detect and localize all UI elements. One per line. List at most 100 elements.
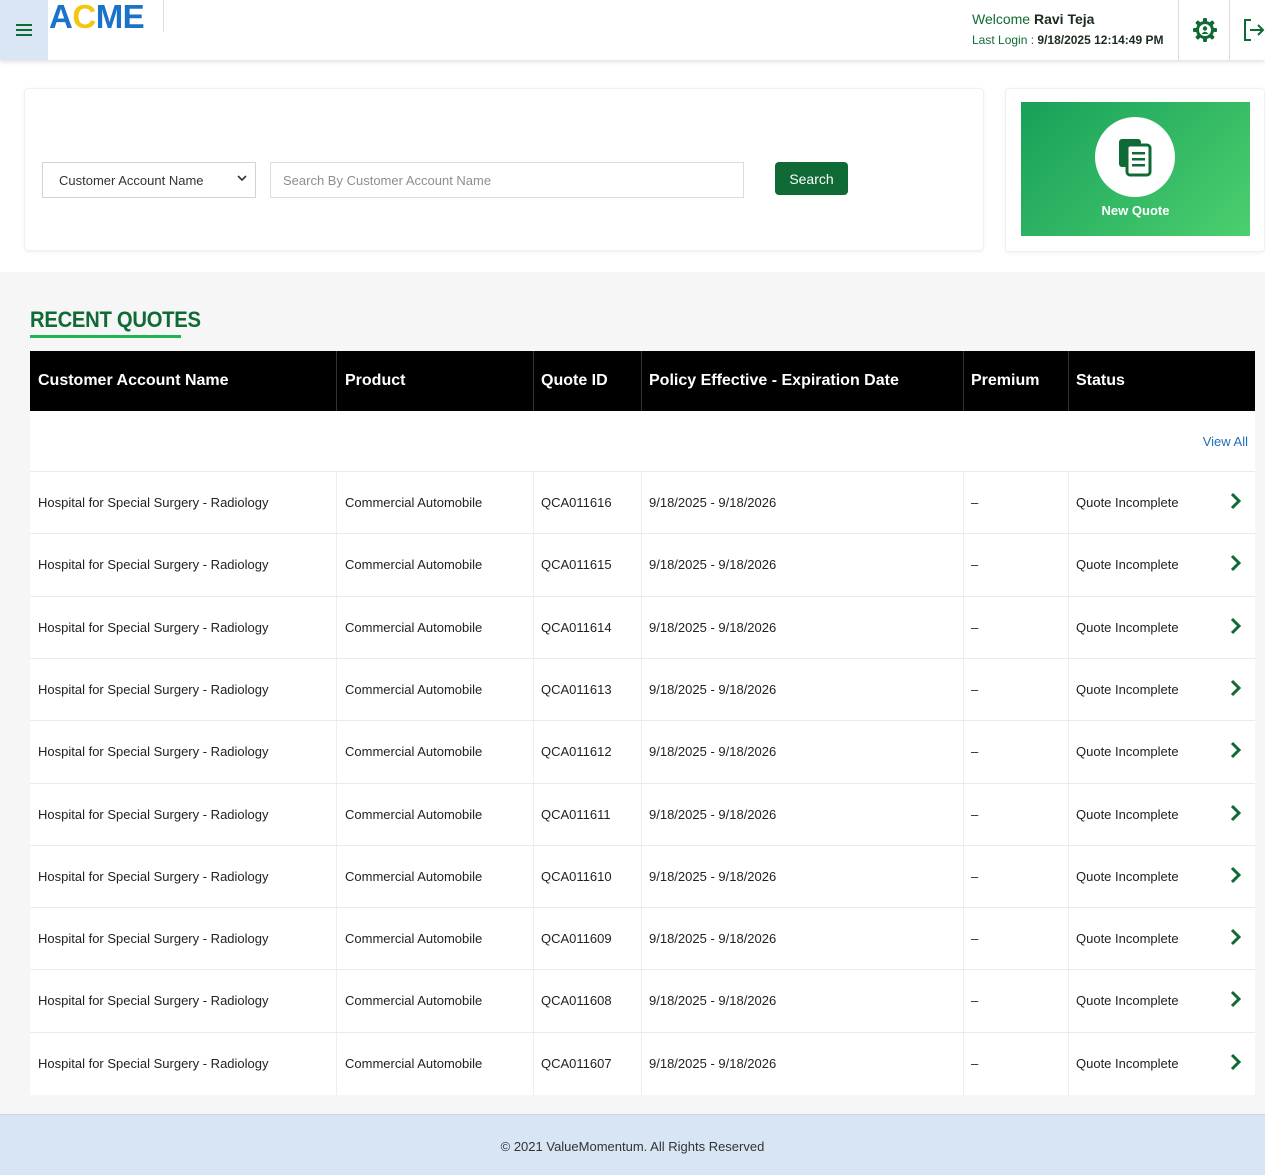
- cell-account: Hospital for Special Surgery - Radiology: [38, 807, 269, 822]
- cell-premium: –: [971, 744, 979, 759]
- cell-product: Commercial Automobile: [345, 682, 483, 697]
- cell-status: Quote Incomplete: [1076, 869, 1179, 884]
- cell-status: Quote Incomplete: [1076, 495, 1179, 510]
- cell-quote-id: QCA011615: [541, 557, 612, 572]
- table-header: Customer Account Name Product Quote ID P…: [30, 351, 1255, 411]
- new-quote-icon-circle: [1095, 117, 1175, 197]
- column-header-dates[interactable]: Policy Effective - Expiration Date: [641, 351, 899, 411]
- chevron-right-icon[interactable]: [1229, 740, 1243, 760]
- cell-product: Commercial Automobile: [345, 993, 483, 1008]
- cell-dates: 9/18/2025 - 9/18/2026: [649, 682, 777, 697]
- chevron-right-icon[interactable]: [1229, 491, 1243, 511]
- cell-premium: –: [971, 993, 979, 1008]
- column-header-status[interactable]: Status: [1068, 351, 1125, 411]
- header-separator: [1178, 0, 1179, 60]
- cell-dates: 9/18/2025 - 9/18/2026: [649, 807, 777, 822]
- cell-product: Commercial Automobile: [345, 557, 483, 572]
- cell-premium: –: [971, 931, 979, 946]
- view-all-link[interactable]: View All: [1203, 434, 1248, 449]
- column-header-account[interactable]: Customer Account Name: [30, 351, 229, 411]
- cell-status: Quote Incomplete: [1076, 993, 1179, 1008]
- cell-dates: 9/18/2025 - 9/18/2026: [649, 993, 777, 1008]
- chevron-right-icon[interactable]: [1229, 989, 1243, 1009]
- cell-quote-id: QCA011607: [541, 1056, 612, 1071]
- chevron-down-icon: [237, 175, 247, 182]
- cell-account: Hospital for Special Surgery - Radiology: [38, 557, 269, 572]
- table-row[interactable]: Hospital for Special Surgery - Radiology…: [30, 783, 1255, 846]
- acme-logo[interactable]: ACME: [49, 0, 145, 34]
- chevron-right-icon[interactable]: [1229, 803, 1243, 823]
- top-header: ACME Welcome Ravi Teja Last Login : 9/18…: [0, 0, 1265, 60]
- search-type-select[interactable]: Customer Account Name: [42, 162, 256, 198]
- cell-product: Commercial Automobile: [345, 869, 483, 884]
- cell-quote-id: QCA011612: [541, 744, 612, 759]
- cell-premium: –: [971, 869, 979, 884]
- new-quote-button[interactable]: New Quote: [1021, 102, 1250, 236]
- cell-premium: –: [971, 1056, 979, 1071]
- logo-divider: [163, 0, 164, 32]
- cell-quote-id: QCA011609: [541, 931, 612, 946]
- chevron-right-icon[interactable]: [1229, 927, 1243, 947]
- cell-status: Quote Incomplete: [1076, 1056, 1179, 1071]
- cell-dates: 9/18/2025 - 9/18/2026: [649, 1056, 777, 1071]
- table-row[interactable]: Hospital for Special Surgery - Radiology…: [30, 845, 1255, 908]
- cell-product: Commercial Automobile: [345, 620, 483, 635]
- table-row[interactable]: Hospital for Special Surgery - Radiology…: [30, 720, 1255, 783]
- chevron-right-icon[interactable]: [1229, 678, 1243, 698]
- cell-premium: –: [971, 807, 979, 822]
- cell-account: Hospital for Special Surgery - Radiology: [38, 869, 269, 884]
- chevron-right-icon[interactable]: [1229, 616, 1243, 636]
- search-button[interactable]: Search: [775, 162, 848, 195]
- new-quote-label: New Quote: [1101, 203, 1170, 218]
- settings-icon[interactable]: [1191, 16, 1219, 44]
- document-icon: [1119, 139, 1152, 177]
- column-header-premium[interactable]: Premium: [963, 351, 1039, 411]
- footer: © 2021 ValueMomentum. All Rights Reserve…: [0, 1114, 1265, 1175]
- cell-dates: 9/18/2025 - 9/18/2026: [649, 495, 777, 510]
- table-row[interactable]: Hospital for Special Surgery - Radiology…: [30, 1032, 1255, 1095]
- chevron-right-icon[interactable]: [1229, 865, 1243, 885]
- cell-status: Quote Incomplete: [1076, 682, 1179, 697]
- header-separator: [1229, 0, 1230, 60]
- search-input[interactable]: [270, 162, 744, 198]
- cell-quote-id: QCA011614: [541, 620, 612, 635]
- cell-product: Commercial Automobile: [345, 931, 483, 946]
- cell-account: Hospital for Special Surgery - Radiology: [38, 495, 269, 510]
- chevron-right-icon[interactable]: [1229, 1052, 1243, 1072]
- cell-account: Hospital for Special Surgery - Radiology: [38, 993, 269, 1008]
- cell-account: Hospital for Special Surgery - Radiology: [38, 682, 269, 697]
- cell-dates: 9/18/2025 - 9/18/2026: [649, 931, 777, 946]
- table-row[interactable]: Hospital for Special Surgery - Radiology…: [30, 471, 1255, 534]
- column-header-product[interactable]: Product: [337, 351, 405, 411]
- cell-quote-id: QCA011608: [541, 993, 612, 1008]
- cell-dates: 9/18/2025 - 9/18/2026: [649, 744, 777, 759]
- cell-product: Commercial Automobile: [345, 807, 483, 822]
- cell-account: Hospital for Special Surgery - Radiology: [38, 1056, 269, 1071]
- cell-premium: –: [971, 682, 979, 697]
- cell-product: Commercial Automobile: [345, 495, 483, 510]
- cell-quote-id: QCA011616: [541, 495, 612, 510]
- chevron-right-icon[interactable]: [1229, 553, 1243, 573]
- last-login-value: 9/18/2025 12:14:49 PM: [1037, 33, 1164, 47]
- table-row[interactable]: Hospital for Special Surgery - Radiology…: [30, 658, 1255, 721]
- logout-icon[interactable]: [1242, 17, 1265, 43]
- menu-icon: [16, 24, 32, 36]
- cell-status: Quote Incomplete: [1076, 744, 1179, 759]
- cell-product: Commercial Automobile: [345, 744, 483, 759]
- cell-status: Quote Incomplete: [1076, 620, 1179, 635]
- cell-premium: –: [971, 620, 979, 635]
- cell-dates: 9/18/2025 - 9/18/2026: [649, 869, 777, 884]
- table-row[interactable]: Hospital for Special Surgery - Radiology…: [30, 969, 1255, 1032]
- cell-account: Hospital for Special Surgery - Radiology: [38, 931, 269, 946]
- cell-status: Quote Incomplete: [1076, 931, 1179, 946]
- table-row[interactable]: Hospital for Special Surgery - Radiology…: [30, 907, 1255, 970]
- cell-dates: 9/18/2025 - 9/18/2026: [649, 620, 777, 635]
- menu-toggle-button[interactable]: [0, 0, 48, 60]
- copyright-text: © 2021 ValueMomentum. All Rights Reserve…: [500, 1139, 765, 1154]
- recent-quotes-table: Customer Account Name Product Quote ID P…: [30, 351, 1255, 1095]
- column-header-quote-id[interactable]: Quote ID: [533, 351, 608, 411]
- recent-quotes-title: RECENT QUOTES: [30, 307, 201, 332]
- cell-status: Quote Incomplete: [1076, 557, 1179, 572]
- table-row[interactable]: Hospital for Special Surgery - Radiology…: [30, 533, 1255, 596]
- table-row[interactable]: Hospital for Special Surgery - Radiology…: [30, 596, 1255, 659]
